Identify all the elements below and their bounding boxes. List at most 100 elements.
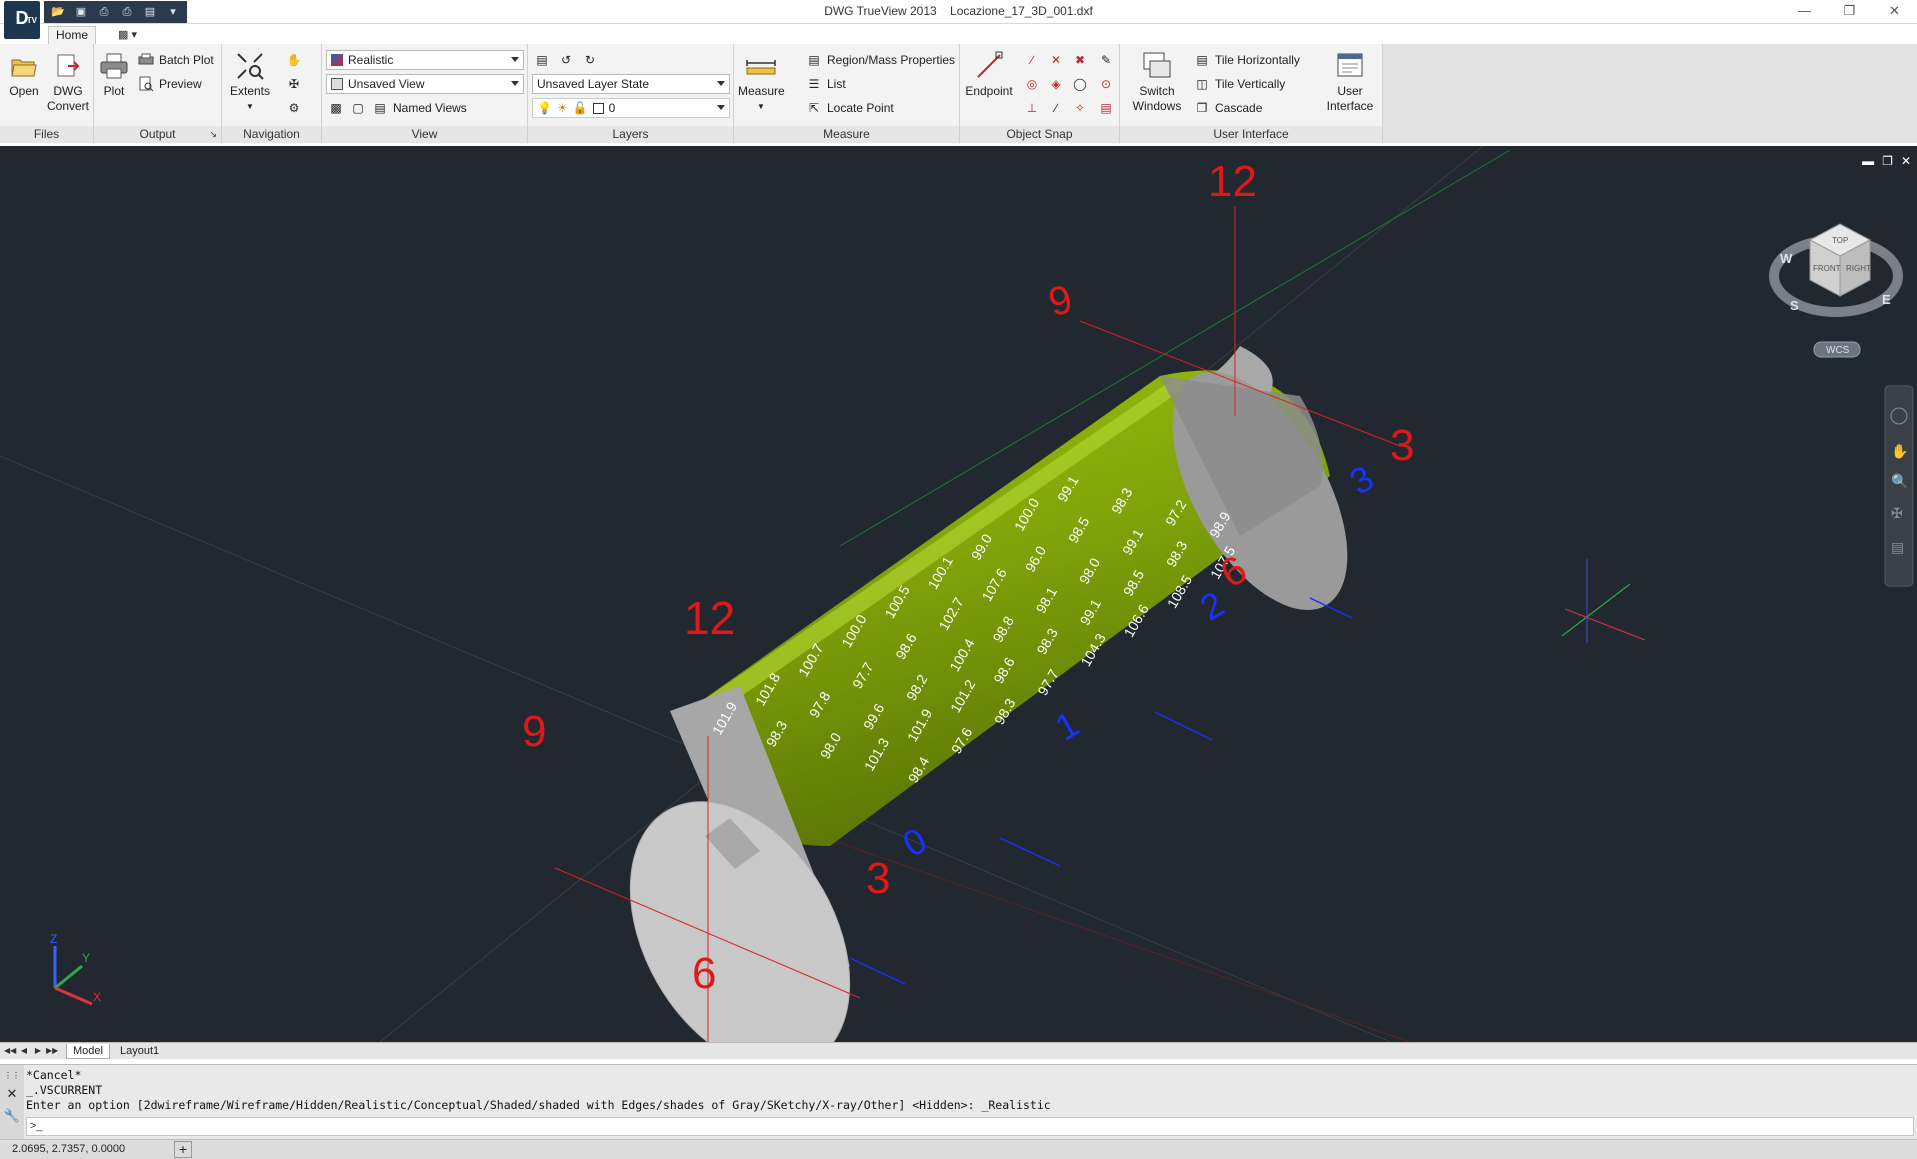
command-prompt-icon[interactable]: >_ bbox=[30, 1120, 43, 1132]
preview-label: Preview bbox=[159, 77, 202, 91]
dwg-convert-label-1: DWG bbox=[53, 84, 83, 98]
tab-layout1[interactable]: Layout1 bbox=[114, 1044, 165, 1059]
navigation-bar[interactable]: ✋ 🔍 ✠ ▤ bbox=[1884, 385, 1914, 587]
label-2: 2 bbox=[1193, 583, 1231, 629]
command-input[interactable]: >_ bbox=[26, 1117, 1914, 1136]
chevron-down-icon: ▼ bbox=[757, 102, 765, 111]
tile-horizontally-button[interactable]: ▤ Tile Horizontally bbox=[1194, 50, 1300, 70]
minimize-icon[interactable]: ▬ bbox=[1862, 154, 1874, 168]
perpendicular-snap-icon[interactable]: ⊥ bbox=[1022, 98, 1042, 118]
layer-state-dropdown[interactable]: Unsaved Layer State bbox=[532, 74, 730, 94]
switch-windows-button[interactable]: Switch Windows bbox=[1122, 50, 1192, 114]
tile-vertically-button[interactable]: ◫ Tile Vertically bbox=[1194, 74, 1285, 94]
coordinates-readout[interactable]: 2.0695, 2.7357, 0.0000 bbox=[12, 1143, 125, 1155]
panel-layers: ▤ ↺ ↻ Unsaved Layer State 💡 ☀ 🔓 0 Layers bbox=[528, 44, 734, 143]
cascade-button[interactable]: ❐ Cascade bbox=[1194, 98, 1263, 118]
measure-button[interactable]: Measure ▼ bbox=[738, 50, 785, 114]
layer-properties-icon[interactable]: ▤ bbox=[532, 50, 552, 70]
orbit-icon[interactable]: ✠ bbox=[284, 74, 304, 94]
preview-icon bbox=[138, 76, 154, 92]
ribbon-tab-bar: Home ▩ ▾ bbox=[0, 24, 1917, 45]
restore-button[interactable]: ❐ bbox=[1827, 0, 1872, 22]
user-interface-button[interactable]: User Interface bbox=[1320, 50, 1380, 114]
app-badge: TV bbox=[26, 16, 37, 25]
list-label: List bbox=[827, 77, 846, 91]
chevron-down-icon bbox=[717, 81, 725, 86]
locate-point-button[interactable]: ⇱ Locate Point bbox=[806, 98, 894, 118]
intersection-snap-icon[interactable]: ✕ bbox=[1046, 50, 1066, 70]
layer-walk-icon[interactable]: ↻ bbox=[580, 50, 600, 70]
application-menu-button[interactable]: D TV bbox=[4, 1, 40, 39]
showmotion-icon[interactable]: ▤ bbox=[1891, 539, 1904, 555]
layer-state-value: Unsaved Layer State bbox=[537, 77, 650, 91]
wrench-icon[interactable]: 🔧 bbox=[0, 1108, 24, 1124]
plot-button[interactable]: Plot bbox=[96, 50, 132, 99]
close-icon[interactable]: ✕ bbox=[1901, 154, 1911, 168]
sun-icon: ☀ bbox=[556, 101, 568, 115]
open-folder-icon bbox=[7, 50, 41, 82]
batch-plot-button[interactable]: Batch Plot bbox=[138, 50, 214, 70]
close-button[interactable]: ✕ bbox=[1872, 0, 1917, 22]
drawing-viewport[interactable]: ▬ ❐ ✕ 101.9 101.8 100.7 100.0 100.5 100.… bbox=[0, 146, 1917, 1042]
midpoint-snap-icon[interactable]: ∕ bbox=[1022, 50, 1042, 70]
panel-user-interface: Switch Windows ▤ Tile Horizontally ◫ Til… bbox=[1120, 44, 1383, 143]
add-icon[interactable]: + bbox=[174, 1141, 192, 1158]
view-icon bbox=[331, 78, 343, 90]
label-6-near: 6 bbox=[692, 949, 716, 998]
clear-snaps-icon[interactable]: ▤ bbox=[1096, 98, 1116, 118]
endpoint-button[interactable]: Endpoint bbox=[962, 50, 1016, 99]
viewcube-right-label: RIGHT bbox=[1846, 264, 1871, 273]
named-views-button[interactable]: ▤ Named Views bbox=[372, 98, 466, 118]
named-view-dropdown[interactable]: Unsaved View bbox=[326, 74, 524, 94]
region-mass-properties-button[interactable]: ▤ Region/Mass Properties bbox=[806, 50, 955, 70]
layer-previous-icon[interactable]: ↺ bbox=[556, 50, 576, 70]
nearest-snap-icon[interactable]: ✧ bbox=[1070, 98, 1090, 118]
printer-icon bbox=[97, 50, 131, 82]
x-axis-label: X bbox=[93, 990, 101, 1004]
extents-label: Extents bbox=[230, 84, 271, 98]
last-tab-icon[interactable]: ▶▶ bbox=[46, 1045, 58, 1057]
pan-icon[interactable]: ✋ bbox=[284, 50, 304, 70]
restore-icon[interactable]: ❐ bbox=[1882, 154, 1893, 168]
minimize-button[interactable]: — bbox=[1782, 0, 1827, 22]
color-swatch-icon bbox=[592, 102, 604, 114]
viewcube[interactable]: TOP FRONT RIGHT W S E WCS bbox=[1769, 223, 1903, 358]
parallel-snap-icon[interactable]: ∕ bbox=[1046, 98, 1066, 118]
open-button[interactable]: Open bbox=[4, 50, 44, 99]
preview-button[interactable]: Preview bbox=[138, 74, 202, 94]
cascade-label: Cascade bbox=[1215, 101, 1263, 115]
steering-wheel-icon[interactable]: ⚙ bbox=[284, 98, 304, 118]
pan-icon[interactable]: ✋ bbox=[1891, 443, 1908, 459]
quadrant-snap-icon[interactable]: ◈ bbox=[1046, 74, 1066, 94]
visual-style-dropdown[interactable]: Realistic bbox=[326, 50, 524, 70]
layer-dropdown[interactable]: 💡 ☀ 🔓 0 bbox=[532, 98, 730, 118]
tab-model[interactable]: Model bbox=[66, 1044, 110, 1059]
command-line-handle[interactable]: ⋮⋮ ✕ 🔧 bbox=[0, 1065, 24, 1140]
viewport-icon[interactable]: ▩ bbox=[326, 98, 346, 118]
3d-box-icon[interactable]: ▢ bbox=[348, 98, 368, 118]
dwg-convert-button[interactable]: DWG Convert bbox=[46, 50, 90, 114]
prev-tab-icon[interactable]: ◀ bbox=[18, 1045, 30, 1057]
close-icon[interactable]: ✕ bbox=[0, 1086, 24, 1102]
list-button[interactable]: ☰ List bbox=[806, 74, 846, 94]
center-snap-icon[interactable]: ◎ bbox=[1022, 74, 1042, 94]
tangent-snap-icon[interactable]: ◯ bbox=[1070, 74, 1090, 94]
layer-value: 0 bbox=[608, 101, 616, 115]
grip-icon[interactable]: ⋮⋮ bbox=[0, 1071, 24, 1080]
command-history-line: Enter an option [2dwireframe/Wireframe/H… bbox=[26, 1098, 1051, 1112]
tab-home[interactable]: Home bbox=[48, 26, 96, 45]
snap-settings-icon[interactable]: ✎ bbox=[1096, 50, 1116, 70]
dialog-launcher-icon[interactable]: ↘ bbox=[209, 126, 217, 143]
apparent-intersection-icon[interactable]: ✖ bbox=[1070, 50, 1090, 70]
zoom-icon[interactable]: 🔍 bbox=[1891, 472, 1908, 490]
locate-point-label: Locate Point bbox=[827, 101, 894, 115]
open-label: Open bbox=[9, 84, 39, 98]
first-tab-icon[interactable]: ◀◀ bbox=[4, 1045, 16, 1057]
orbit-icon[interactable]: ✠ bbox=[1891, 505, 1903, 521]
ribbon-display-toggle[interactable]: ▩ ▾ bbox=[118, 28, 137, 41]
compass-e: E bbox=[1882, 292, 1891, 307]
extents-button[interactable]: Extents ▼ bbox=[230, 50, 270, 114]
viewcube-front-label: FRONT bbox=[1813, 264, 1841, 273]
node-snap-icon[interactable]: ⊙ bbox=[1096, 74, 1116, 94]
next-tab-icon[interactable]: ▶ bbox=[32, 1045, 44, 1057]
